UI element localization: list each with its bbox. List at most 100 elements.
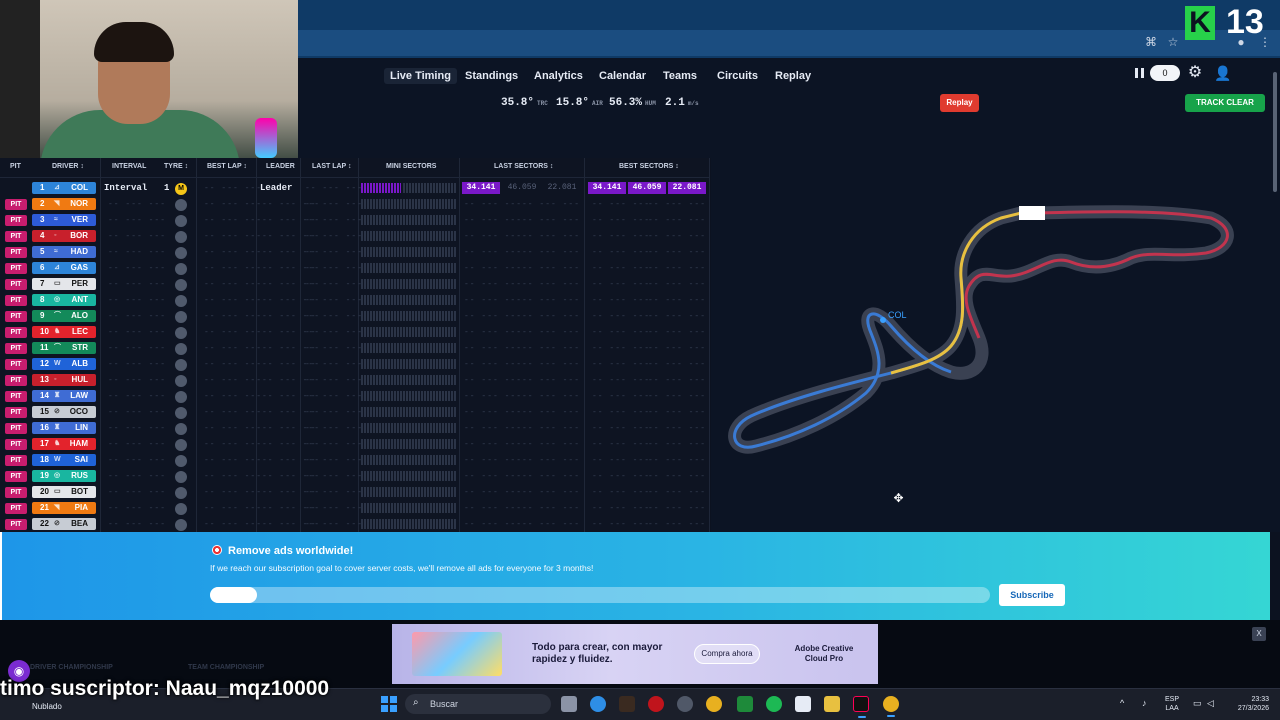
- spotify-icon[interactable]: [766, 696, 782, 712]
- task-view-icon[interactable]: [561, 696, 577, 712]
- driver-tag[interactable]: 10 ♞ LEC: [32, 326, 96, 338]
- replay-button[interactable]: Replay: [940, 94, 979, 112]
- driver-tag[interactable]: 15 ⊘ OCO: [32, 406, 96, 418]
- driver-tag[interactable]: 22 ⊘ BEA: [32, 518, 96, 530]
- gear-icon[interactable]: ⚙: [1186, 64, 1204, 82]
- capcut-icon[interactable]: [795, 696, 811, 712]
- driver-tag[interactable]: 3 ≈ VER: [32, 214, 96, 226]
- windows-start-icon[interactable]: [381, 696, 397, 712]
- network-icon[interactable]: ▭: [1193, 698, 1202, 709]
- app-icon[interactable]: [648, 696, 664, 712]
- driver-tag[interactable]: 21 ◥ PIA: [32, 502, 96, 514]
- subscribe-button[interactable]: Subscribe: [999, 584, 1065, 606]
- driver-tag[interactable]: 5 ≈ HAD: [32, 246, 96, 258]
- tab-team-championship[interactable]: TEAM CHAMPIONSHIP: [188, 664, 264, 671]
- team-logo-icon: ⌒: [54, 312, 61, 319]
- header-best-sectors[interactable]: BEST SECTORS ↕: [619, 163, 679, 170]
- system-clock[interactable]: 23:33 27/3/2026: [1225, 695, 1269, 713]
- file-explorer-icon[interactable]: [824, 696, 840, 712]
- table-row[interactable]: PIT 18 W SAI -- --- --- -- --- --- -- --- -…: [0, 452, 710, 468]
- header-last-lap[interactable]: LAST LAP ↕: [312, 163, 352, 170]
- page-scrollbar[interactable]: [1270, 58, 1280, 532]
- table-row[interactable]: PIT 13 ◦ HUL -- --- --- -- --- --- -- --- -…: [0, 372, 710, 388]
- table-row[interactable]: PIT 7 ▭ PER -- --- --- -- --- --- -- --- --…: [0, 276, 710, 292]
- header-best-lap[interactable]: BEST LAP ↕: [207, 163, 247, 170]
- table-row[interactable]: PIT 17 ♞ HAM -- --- --- -- --- --- -- --- -…: [0, 436, 710, 452]
- translate-icon[interactable]: ⌘: [1144, 35, 1158, 49]
- nav-calendar[interactable]: Calendar: [593, 68, 652, 84]
- table-row[interactable]: PIT 8 ◎ ANT -- --- --- -- --- --- -- --- --…: [0, 292, 710, 308]
- xbox-icon[interactable]: [737, 696, 753, 712]
- taskbar-weather[interactable]: Nublado: [32, 702, 62, 711]
- table-row[interactable]: PIT 6 ⊿ GAS -- --- --- -- --- --- -- --- --…: [0, 260, 710, 276]
- driver-tag[interactable]: 4 ◦ BOR: [32, 230, 96, 242]
- header-driver[interactable]: DRIVER ↕: [52, 163, 84, 170]
- nav-replay[interactable]: Replay: [769, 68, 817, 84]
- address-bar[interactable]: [298, 30, 1280, 56]
- ad-cta-button[interactable]: Compra ahora: [694, 644, 760, 664]
- user-icon[interactable]: 👤: [1214, 64, 1232, 82]
- driver-tag[interactable]: 8 ◎ ANT: [32, 294, 96, 306]
- driver-tag[interactable]: 13 ◦ HUL: [32, 374, 96, 386]
- star-icon[interactable]: ☆: [1166, 35, 1180, 49]
- language-indicator[interactable]: ESP LAA: [1165, 695, 1179, 713]
- driver-tag[interactable]: 11 ⌒ STR: [32, 342, 96, 354]
- header-tyre[interactable]: TYRE ↕: [164, 163, 188, 170]
- driver-tag[interactable]: 2 ◥ NOR: [32, 198, 96, 210]
- mini-sectors-bar: [361, 471, 457, 481]
- chrome-icon[interactable]: [706, 696, 722, 712]
- nav-live-timing[interactable]: Live Timing: [384, 68, 457, 84]
- adobe-ad[interactable]: Todo para crear, con mayor rapidez y flu…: [392, 624, 878, 684]
- table-row[interactable]: PIT 9 ⌒ ALO -- --- --- -- --- --- -- --- --…: [0, 308, 710, 324]
- nav-circuits[interactable]: Circuits: [711, 68, 764, 84]
- driver-tag[interactable]: 17 ♞ HAM: [32, 438, 96, 450]
- table-row[interactable]: PIT 20 ▭ BOT -- --- --- -- --- --- -- --- -…: [0, 484, 710, 500]
- nav-standings[interactable]: Standings: [459, 68, 524, 84]
- delay-input[interactable]: 0: [1150, 65, 1180, 81]
- close-ad-button[interactable]: X: [1252, 627, 1266, 641]
- driver-tag[interactable]: 20 ▭ BOT: [32, 486, 96, 498]
- car-marker[interactable]: [880, 317, 886, 323]
- table-row[interactable]: PIT 14 ♜ LAW -- --- --- -- --- --- -- --- -…: [0, 388, 710, 404]
- app-icon[interactable]: [619, 696, 635, 712]
- driver-tag[interactable]: 7 ▭ PER: [32, 278, 96, 290]
- chevron-up-icon[interactable]: ^: [1120, 698, 1124, 708]
- pause-icon[interactable]: [1135, 68, 1144, 78]
- scrollbar-thumb[interactable]: [1273, 72, 1277, 192]
- tab-driver-championship[interactable]: DRIVER CHAMPIONSHIP: [30, 664, 113, 671]
- interval-value: Interval: [104, 183, 148, 193]
- edge-icon[interactable]: [590, 696, 606, 712]
- microphone-icon[interactable]: ♪: [1142, 698, 1147, 708]
- driver-tag[interactable]: 9 ⌒ ALO: [32, 310, 96, 322]
- table-row[interactable]: PIT 5 ≈ HAD -- --- --- -- --- --- -- --- --…: [0, 244, 710, 260]
- table-row[interactable]: PIT 16 ♜ LIN -- --- --- -- --- --- -- --- -…: [0, 420, 710, 436]
- driver-tag[interactable]: 19 ◎ RUS: [32, 470, 96, 482]
- table-row[interactable]: 1 ⊿ COL Interval 1 M -- --- --- Leader -- --- …: [0, 180, 710, 196]
- driver-tag[interactable]: 16 ♜ LIN: [32, 422, 96, 434]
- app-icon[interactable]: [677, 696, 693, 712]
- nav-analytics[interactable]: Analytics: [528, 68, 589, 84]
- best-sector-3: 22.081: [668, 182, 706, 194]
- track-map[interactable]: COL: [711, 158, 1270, 532]
- table-row[interactable]: PIT 4 ◦ BOR -- --- --- -- --- --- -- --- --…: [0, 228, 710, 244]
- table-row[interactable]: PIT 15 ⊘ OCO -- --- --- -- --- --- -- --- -…: [0, 404, 710, 420]
- table-row[interactable]: PIT 2 ◥ NOR -- --- --- -- --- --- -- --- --…: [0, 196, 710, 212]
- volume-icon[interactable]: ◁: [1207, 698, 1214, 709]
- table-row[interactable]: PIT 19 ◎ RUS -- --- --- -- --- --- -- --- -…: [0, 468, 710, 484]
- table-row[interactable]: PIT 3 ≈ VER -- --- --- -- --- --- -- --- --…: [0, 212, 710, 228]
- driver-tag[interactable]: 14 ♜ LAW: [32, 390, 96, 402]
- nav-teams[interactable]: Teams: [657, 68, 703, 84]
- table-row[interactable]: PIT 22 ⊘ BEA -- --- --- -- --- --- -- --- -…: [0, 516, 710, 532]
- tiktok-icon[interactable]: [853, 696, 869, 718]
- table-row[interactable]: PIT 12 W ALB -- --- --- -- --- --- -- --- -…: [0, 356, 710, 372]
- driver-tag[interactable]: 12 W ALB: [32, 358, 96, 370]
- table-row[interactable]: PIT 10 ♞ LEC -- --- --- -- --- --- -- --- -…: [0, 324, 710, 340]
- header-last-sectors[interactable]: LAST SECTORS ↕: [494, 163, 553, 170]
- driver-tag[interactable]: 1 ⊿ COL: [32, 182, 96, 194]
- taskbar-search[interactable]: ⌕ Buscar: [405, 694, 551, 714]
- driver-tag[interactable]: 18 W SAI: [32, 454, 96, 466]
- driver-tag[interactable]: 6 ⊿ GAS: [32, 262, 96, 274]
- chrome-icon[interactable]: [883, 696, 899, 717]
- table-row[interactable]: PIT 21 ◥ PIA -- --- --- -- --- --- -- --- -…: [0, 500, 710, 516]
- table-row[interactable]: PIT 11 ⌒ STR -- --- --- -- --- --- -- --- -…: [0, 340, 710, 356]
